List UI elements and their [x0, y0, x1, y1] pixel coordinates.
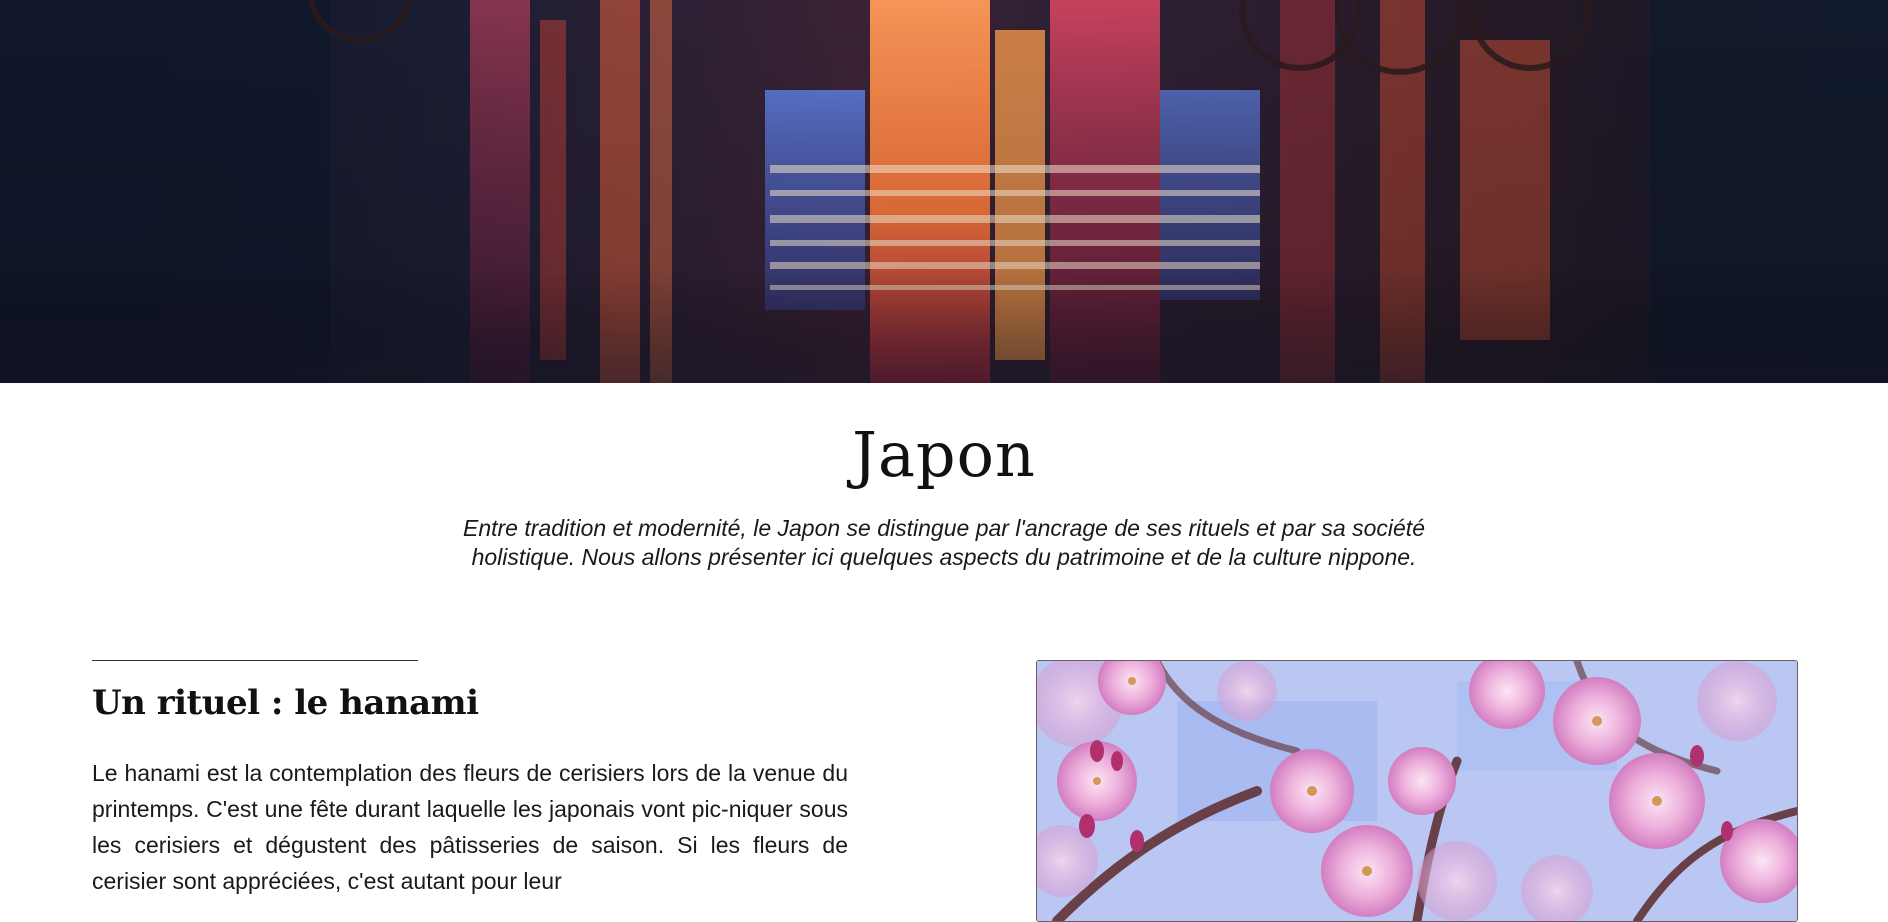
section-title: Un rituel : le hanami — [92, 683, 479, 723]
hanami-section: Un rituel : le hanami Le hanami est la c… — [92, 660, 848, 899]
intro-text: Entre tradition et modernité, le Japon s… — [463, 515, 1425, 570]
section-divider — [92, 660, 418, 661]
hero-image — [0, 0, 1888, 383]
intro: Japon Entre tradition et modernité, le J… — [0, 383, 1888, 572]
page-title: Japon — [852, 418, 1036, 491]
cherry-blossom-image — [1036, 660, 1798, 922]
section-text: Le hanami est la contemplation des fleur… — [92, 760, 848, 894]
